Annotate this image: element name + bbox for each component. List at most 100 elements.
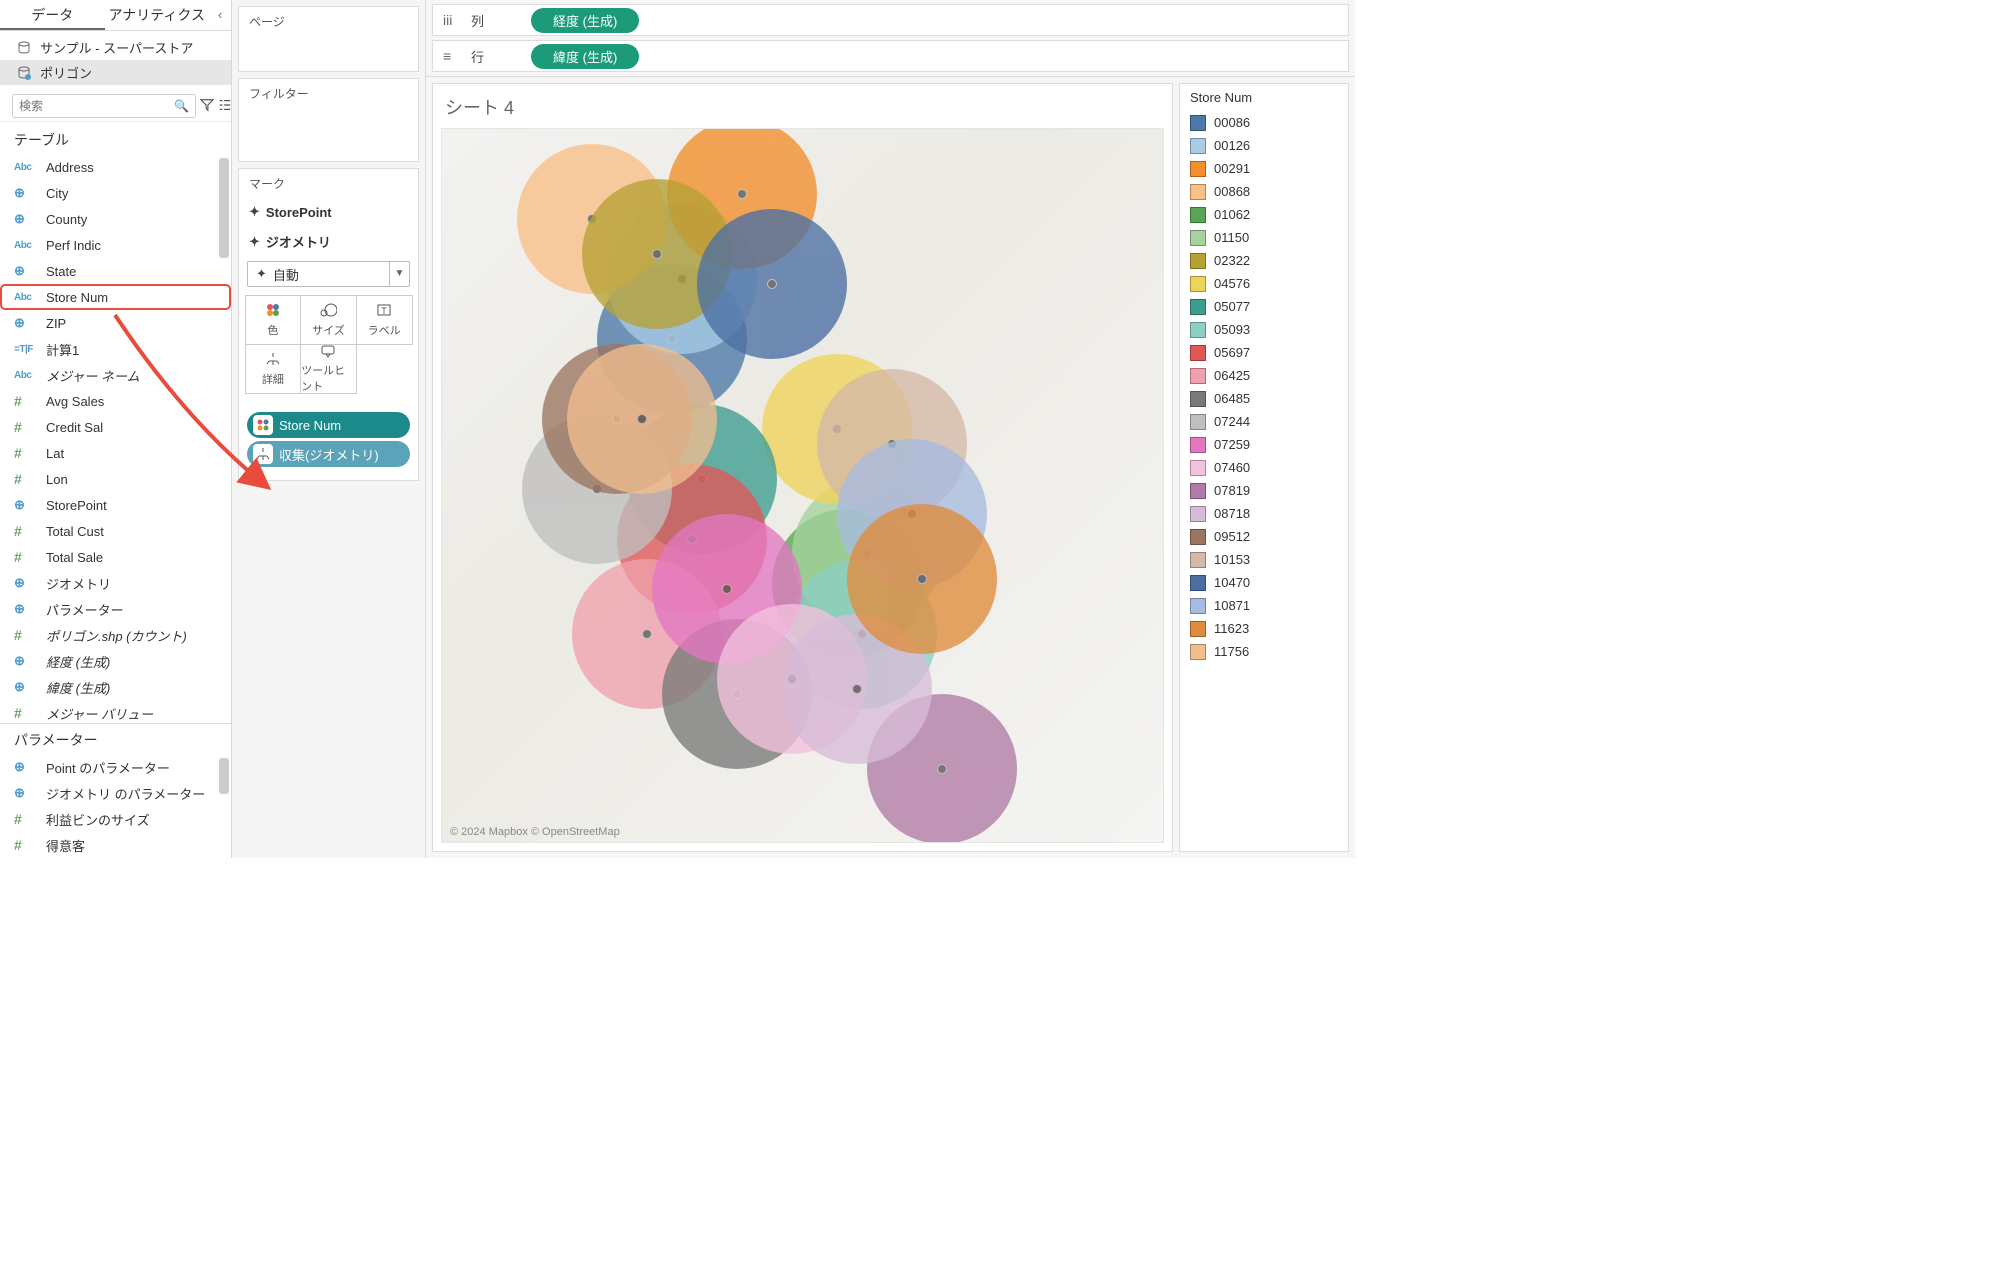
- legend-swatch: [1190, 161, 1206, 177]
- columns-pill[interactable]: 経度 (生成): [531, 8, 639, 33]
- legend-swatch: [1190, 391, 1206, 407]
- legend-item[interactable]: 01150: [1186, 226, 1342, 249]
- legend-item[interactable]: 07259: [1186, 433, 1342, 456]
- legend-item[interactable]: 00868: [1186, 180, 1342, 203]
- field-item[interactable]: #Credit Sal: [0, 414, 231, 440]
- field-item[interactable]: ⊕緯度 (生成): [0, 674, 231, 700]
- legend-label: 09512: [1214, 529, 1250, 544]
- field-item[interactable]: Abcメジャー ネーム: [0, 362, 231, 388]
- field-item[interactable]: #メジャー バリュー: [0, 700, 231, 723]
- marks-size-button[interactable]: サイズ: [300, 295, 357, 345]
- legend-label: 04576: [1214, 276, 1250, 291]
- sheet-title[interactable]: シート 4: [441, 92, 1164, 128]
- number-field-icon: #: [14, 549, 38, 565]
- legend-item[interactable]: 04576: [1186, 272, 1342, 295]
- marks-label-button[interactable]: T ラベル: [356, 295, 413, 345]
- legend-item[interactable]: 06425: [1186, 364, 1342, 387]
- marks-color-button[interactable]: 色: [245, 295, 302, 345]
- legend-item[interactable]: 09512: [1186, 525, 1342, 548]
- legend-label: 10153: [1214, 552, 1250, 567]
- pill-geometry[interactable]: 収集(ジオメトリ): [247, 441, 410, 467]
- field-item[interactable]: ⊕County: [0, 206, 231, 232]
- field-item[interactable]: ⊕State: [0, 258, 231, 284]
- field-list: AbcAddress⊕City⊕CountyAbcPerf Indic⊕Stat…: [0, 154, 231, 723]
- dropdown-value: 自動: [273, 265, 299, 284]
- pill-storenum[interactable]: Store Num: [247, 412, 410, 438]
- legend-label: 07244: [1214, 414, 1250, 429]
- geo-field-icon: ⊕: [14, 185, 38, 201]
- map-bubble[interactable]: [697, 209, 847, 359]
- field-item[interactable]: ⊕パラメーター: [0, 596, 231, 622]
- map-view[interactable]: © 2024 Mapbox © OpenStreetMap: [441, 128, 1164, 843]
- legend-item[interactable]: 05077: [1186, 295, 1342, 318]
- field-item[interactable]: =T|F計算1: [0, 336, 231, 362]
- rows-pill[interactable]: 緯度 (生成): [531, 44, 639, 69]
- legend-item[interactable]: 07819: [1186, 479, 1342, 502]
- legend-item[interactable]: 05093: [1186, 318, 1342, 341]
- legend-item[interactable]: 00126: [1186, 134, 1342, 157]
- marks-detail-button[interactable]: 詳細: [245, 344, 302, 394]
- legend-item[interactable]: 08718: [1186, 502, 1342, 525]
- filters-label: フィルター: [239, 79, 418, 108]
- legend-item[interactable]: 00291: [1186, 157, 1342, 180]
- field-label: State: [46, 264, 76, 279]
- columns-shelf[interactable]: iii 列 経度 (生成): [432, 4, 1349, 36]
- filter-icon[interactable]: [200, 98, 214, 115]
- marks-tooltip-button[interactable]: ツールヒント: [300, 344, 357, 394]
- map-bubble[interactable]: [567, 344, 717, 494]
- parameter-item[interactable]: ⊕ジオメトリ のパラメーター: [0, 780, 231, 806]
- legend-item[interactable]: 11756: [1186, 640, 1342, 663]
- legend-item[interactable]: 10470: [1186, 571, 1342, 594]
- field-item[interactable]: AbcAddress: [0, 154, 231, 180]
- map-bubble[interactable]: [847, 504, 997, 654]
- marks-type-dropdown[interactable]: ✦ 自動 ▼: [247, 261, 410, 287]
- legend-item[interactable]: 07460: [1186, 456, 1342, 479]
- legend-item[interactable]: 01062: [1186, 203, 1342, 226]
- label-icon: T: [376, 301, 392, 319]
- legend-item[interactable]: 06485: [1186, 387, 1342, 410]
- legend-swatch: [1190, 207, 1206, 223]
- search-input[interactable]: 🔍: [12, 94, 196, 118]
- legend-item[interactable]: 10153: [1186, 548, 1342, 571]
- legend-item[interactable]: 02322: [1186, 249, 1342, 272]
- datasource-item[interactable]: ポリゴン: [0, 60, 231, 85]
- field-item[interactable]: #Avg Sales: [0, 388, 231, 414]
- visualization-pane[interactable]: シート 4 © 2024 Mapbox © OpenStreetMap: [432, 83, 1173, 852]
- scrollbar-thumb[interactable]: [219, 158, 229, 258]
- rows-shelf[interactable]: ≡ 行 緯度 (生成): [432, 40, 1349, 72]
- field-item[interactable]: #Lon: [0, 466, 231, 492]
- field-item[interactable]: ⊕ジオメトリ: [0, 570, 231, 596]
- parameter-item[interactable]: ⊕Point のパラメーター: [0, 754, 231, 780]
- legend-item[interactable]: 07244: [1186, 410, 1342, 433]
- field-item[interactable]: #Total Sale: [0, 544, 231, 570]
- field-label: メジャー バリュー: [46, 704, 153, 723]
- tab-analytics[interactable]: アナリティクス: [105, 0, 210, 30]
- field-item[interactable]: ⊕ZIP: [0, 310, 231, 336]
- database-icon: [16, 65, 32, 81]
- field-item[interactable]: AbcPerf Indic: [0, 232, 231, 258]
- legend-label: 11756: [1214, 644, 1249, 659]
- parameter-item[interactable]: #利益ビンのサイズ: [0, 806, 231, 832]
- pages-card[interactable]: ページ: [238, 6, 419, 72]
- legend-item[interactable]: 10871: [1186, 594, 1342, 617]
- filters-card[interactable]: フィルター: [238, 78, 419, 162]
- field-item[interactable]: AbcStore Num: [0, 284, 231, 310]
- field-item[interactable]: #ポリゴン.shp (カウント): [0, 622, 231, 648]
- field-item[interactable]: #Lat: [0, 440, 231, 466]
- datasource-item[interactable]: サンプル - スーパーストア: [0, 35, 231, 60]
- legend-item[interactable]: 00086: [1186, 111, 1342, 134]
- view-list-icon[interactable]: [218, 98, 232, 115]
- collapse-panel-icon[interactable]: ‹: [209, 0, 231, 30]
- field-item[interactable]: #Total Cust: [0, 518, 231, 544]
- scrollbar-thumb[interactable]: [219, 758, 229, 794]
- tab-data[interactable]: データ: [0, 0, 105, 30]
- marks-layer-storepoint[interactable]: ✦ StorePoint: [239, 198, 418, 226]
- marks-layer-geometry[interactable]: ✦ ジオメトリ: [239, 226, 418, 257]
- color-legend[interactable]: Store Num 000860012600291008680106201150…: [1179, 83, 1349, 852]
- field-item[interactable]: ⊕経度 (生成): [0, 648, 231, 674]
- parameter-item[interactable]: #得意客: [0, 832, 231, 858]
- field-item[interactable]: ⊕City: [0, 180, 231, 206]
- legend-item[interactable]: 11623: [1186, 617, 1342, 640]
- field-item[interactable]: ⊕StorePoint: [0, 492, 231, 518]
- legend-item[interactable]: 05697: [1186, 341, 1342, 364]
